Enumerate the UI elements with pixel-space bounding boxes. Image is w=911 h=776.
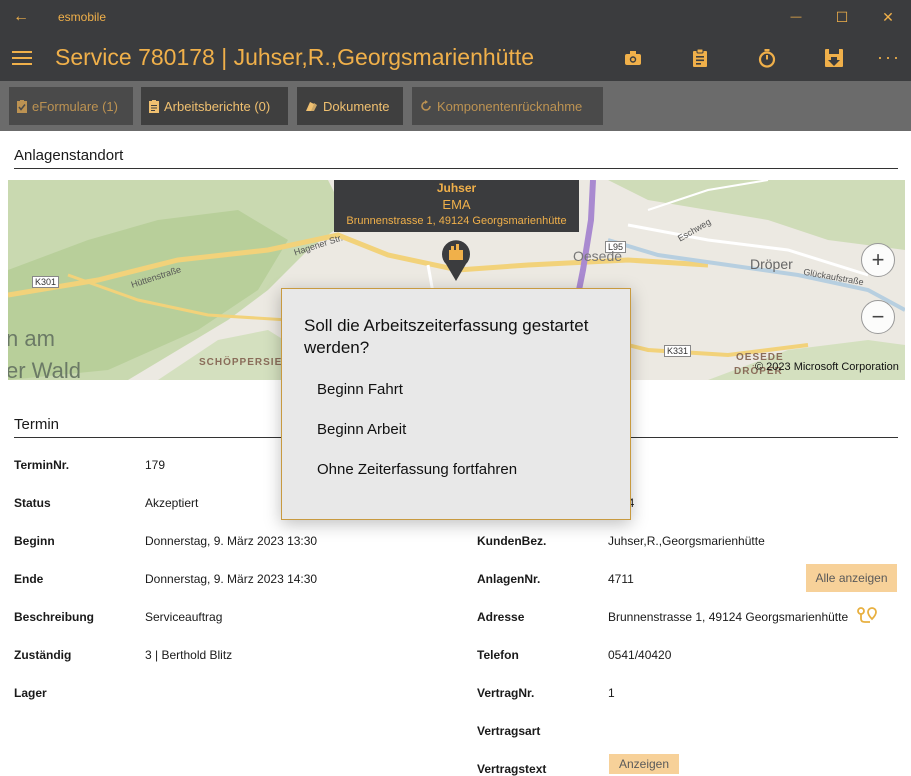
pin-name: Juhser xyxy=(436,181,477,195)
more-options-icon[interactable]: ··· xyxy=(867,34,911,81)
field-label-vertragsart: Vertragsart xyxy=(477,724,541,738)
field-value-zustaendig: 3 | Berthold Blitz xyxy=(145,648,233,662)
stopwatch-icon[interactable] xyxy=(733,34,800,81)
map-label: K301 xyxy=(32,276,60,288)
field-label-status: Status xyxy=(14,496,51,510)
field-label-anlagennr: AnlagenNr. xyxy=(477,572,541,586)
page-title: Service 780178 | Juhser,R.,Georgsmarienh… xyxy=(55,44,535,70)
documents-icon xyxy=(306,102,317,111)
minimize-icon[interactable]: — xyxy=(773,0,819,34)
title-bar: ← esmobile — ☐ ✕ xyxy=(0,0,911,34)
zoom-in-button[interactable]: + xyxy=(861,243,895,277)
window-controls: — ☐ ✕ xyxy=(773,0,911,34)
map-label: SCHÖPPERSIED xyxy=(199,357,291,368)
field-label-terminnr: TerminNr. xyxy=(14,458,70,472)
header-actions: ··· xyxy=(599,34,911,81)
map-label: er Wald xyxy=(8,358,81,380)
zoom-out-button[interactable]: − xyxy=(861,300,895,334)
section-heading-anlagenstandort: Anlagenstandort xyxy=(14,147,898,169)
field-label-lager: Lager xyxy=(14,686,47,700)
camera-icon[interactable] xyxy=(599,34,666,81)
dialog-question: Soll die Arbeitszeiterfassung gestartet … xyxy=(304,316,589,357)
map-label: n am xyxy=(8,326,55,351)
field-label-beginn: Beginn xyxy=(14,534,55,548)
field-value-vertragnr: 1 xyxy=(608,686,615,700)
option-beginn-fahrt[interactable]: Beginn Fahrt xyxy=(317,381,403,398)
map-label: Dröper xyxy=(750,256,793,272)
field-label-ende: Ende xyxy=(14,572,44,586)
tab-komponentenruecknahme[interactable]: Komponentenrücknahme xyxy=(412,87,603,125)
field-value-adresse: Brunnenstrasse 1, 49124 Georgsmarienhütt… xyxy=(608,610,849,624)
field-label-kundenbez: KundenBez. xyxy=(477,534,547,548)
pin-type: EMA xyxy=(442,197,471,212)
tab-label: Komponentenrücknahme xyxy=(437,98,583,114)
clipboard-icon xyxy=(149,99,159,113)
map-label: Oesede xyxy=(573,248,623,264)
map-copyright: © 2023 Microsoft Corporation xyxy=(755,361,899,373)
field-value-ende: Donnerstag, 9. März 2023 14:30 xyxy=(145,572,318,586)
hamburger-menu-icon[interactable] xyxy=(0,34,44,81)
option-ohne-zeiterfassung[interactable]: Ohne Zeiterfassung fortfahren xyxy=(317,461,517,478)
map-pin-tooltip: Juhser EMA Brunnenstrasse 1, 49124 Georg… xyxy=(334,180,579,232)
refresh-icon xyxy=(421,100,431,111)
field-value-beschreibung: Serviceauftrag xyxy=(145,610,223,624)
save-download-icon[interactable] xyxy=(800,34,867,81)
field-label-beschreibung: Beschreibung xyxy=(14,610,95,624)
route-icon[interactable] xyxy=(856,606,878,629)
maximize-icon[interactable]: ☐ xyxy=(819,0,865,34)
map-label: K331 xyxy=(664,345,692,357)
field-value-anlagennr: 4711 xyxy=(608,572,634,586)
field-value-beginn: Donnerstag, 9. März 2023 13:30 xyxy=(145,534,318,548)
field-value-telefon: 0541/40420 xyxy=(608,648,672,662)
field-label-telefon: Telefon xyxy=(477,648,519,662)
back-arrow-icon[interactable]: ← xyxy=(0,0,42,34)
page-header: Service 780178 | Juhser,R.,Georgsmarienh… xyxy=(0,34,911,81)
tab-bar: eFormulare (1) Arbeitsberichte (0) Dokum… xyxy=(0,81,911,131)
tab-eformulare[interactable]: eFormulare (1) xyxy=(9,87,133,125)
tab-label: Arbeitsberichte (0) xyxy=(164,98,271,114)
field-label-zustaendig: Zuständig xyxy=(14,648,72,662)
pin-address: Brunnenstrasse 1, 49124 Georgsmarienhütt… xyxy=(346,215,567,227)
field-value-terminnr: 179 xyxy=(145,458,166,472)
field-label-vertragnr: VertragNr. xyxy=(477,686,535,700)
show-contract-text-button[interactable]: Anzeigen xyxy=(609,754,679,774)
option-beginn-arbeit[interactable]: Beginn Arbeit xyxy=(317,421,406,438)
form-icon xyxy=(17,99,27,113)
field-value-status: Akzeptiert xyxy=(145,496,199,510)
tab-dokumente[interactable]: Dokumente xyxy=(297,87,403,125)
close-icon[interactable]: ✕ xyxy=(865,0,911,34)
tab-arbeitsberichte[interactable]: Arbeitsberichte (0) xyxy=(141,87,288,125)
tab-label: eFormulare (1) xyxy=(32,98,118,114)
map-pin-icon[interactable] xyxy=(442,240,470,287)
clipboard-icon[interactable] xyxy=(666,34,733,81)
field-label-adresse: Adresse xyxy=(477,610,525,624)
field-value-kundenbez: Juhser,R.,Georgsmarienhütte xyxy=(608,534,765,548)
time-tracking-dialog: Soll die Arbeitszeiterfassung gestartet … xyxy=(281,288,631,520)
tab-label: Dokumente xyxy=(323,98,390,114)
show-all-button[interactable]: Alle anzeigen xyxy=(806,564,897,592)
app-name: esmobile xyxy=(58,10,107,24)
